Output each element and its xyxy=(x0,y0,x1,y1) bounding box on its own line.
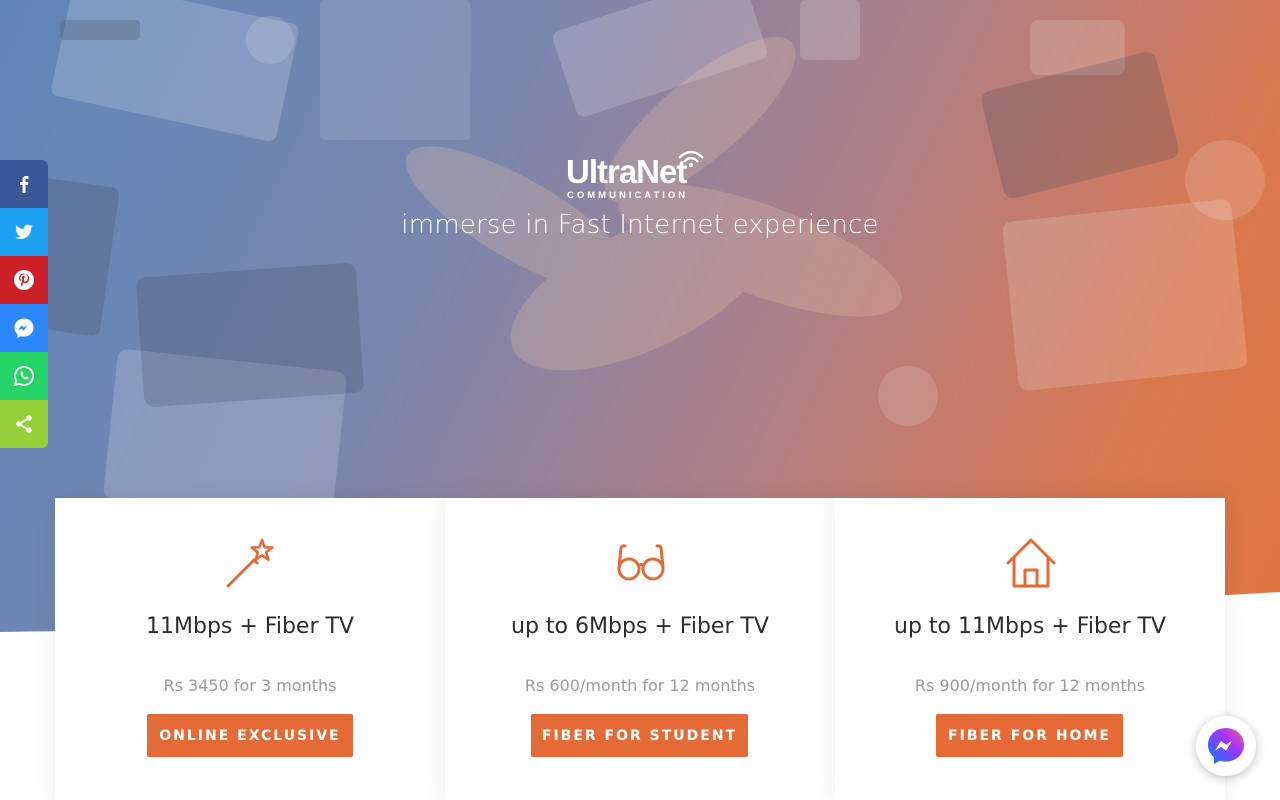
magic-wand-icon xyxy=(226,538,274,588)
home-icon xyxy=(1006,538,1056,588)
online-exclusive-button[interactable]: ONLINE EXCLUSIVE xyxy=(147,714,353,757)
messenger-icon xyxy=(14,318,34,338)
twitter-icon xyxy=(15,224,33,240)
wifi-icon xyxy=(678,150,704,167)
plan-card-fiber-for-student: up to 6Mbps + Fiber TV Rs 600/month for … xyxy=(445,498,835,800)
plan-price: Rs 900/month for 12 months xyxy=(914,676,1146,695)
plan-price: Rs 600/month for 12 months xyxy=(524,676,756,695)
share-icon xyxy=(16,415,32,433)
hero-tagline: immerse in Fast Internet experience xyxy=(401,210,879,240)
glasses-icon xyxy=(617,544,665,581)
brand-name: UltraNet xyxy=(566,153,687,190)
whatsapp-icon xyxy=(13,366,34,387)
brand-logo[interactable]: UltraNet COMMUNICATION xyxy=(566,146,716,204)
plan-title: up to 6Mbps + Fiber TV xyxy=(511,614,769,639)
pinterest-share-button[interactable] xyxy=(0,256,48,304)
brand-subtitle: COMMUNICATION xyxy=(567,190,689,201)
plan-card-online-exclusive: 11Mbps + Fiber TV Rs 3450 for 3 months O… xyxy=(55,498,445,800)
facebook-share-button[interactable] xyxy=(0,160,48,208)
plan-title: up to 11Mbps + Fiber TV xyxy=(894,614,1166,639)
plan-price: Rs 3450 for 3 months xyxy=(163,676,337,695)
messenger-icon xyxy=(1208,728,1244,764)
fiber-for-student-button[interactable]: FIBER FOR STUDENT xyxy=(531,714,748,757)
facebook-icon xyxy=(20,176,29,193)
whatsapp-share-button[interactable] xyxy=(0,352,48,400)
social-share-bar xyxy=(0,160,48,448)
pinterest-icon xyxy=(14,270,34,290)
plan-card-fiber-for-home: up to 11Mbps + Fiber TV Rs 900/month for… xyxy=(835,498,1225,800)
plan-title: 11Mbps + Fiber TV xyxy=(146,614,354,639)
twitter-share-button[interactable] xyxy=(0,208,48,256)
fiber-for-home-button[interactable]: FIBER FOR HOME xyxy=(936,714,1123,757)
general-share-button[interactable] xyxy=(0,400,48,448)
messenger-share-button[interactable] xyxy=(0,304,48,352)
messenger-chat-button[interactable] xyxy=(1196,716,1256,776)
plan-cards: 11Mbps + Fiber TV Rs 3450 for 3 months O… xyxy=(55,498,1225,800)
